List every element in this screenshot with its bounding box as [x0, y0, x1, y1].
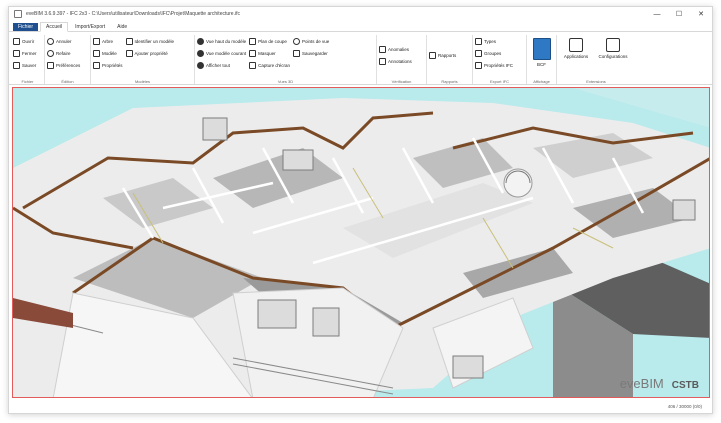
- warning-icon: [379, 46, 386, 53]
- bcf-icon: [532, 38, 551, 60]
- app-icon: [14, 10, 22, 18]
- open-button[interactable]: Ouvrir: [13, 36, 37, 47]
- anomalies-button[interactable]: Anomalies: [379, 44, 412, 55]
- preferences-button[interactable]: Préférences: [47, 60, 80, 71]
- folder-icon: [13, 38, 20, 45]
- group-rapports: Rapports Rapports: [427, 35, 473, 84]
- close-button[interactable]: ✕: [690, 7, 712, 21]
- app-window: eveBIM 3.6.9.397 - IFC 2x3 - C:\Users\ut…: [8, 6, 713, 414]
- ribbon: Ouvrir Fermer Sauver Fichier Annuler Ref…: [9, 33, 712, 85]
- menu-bar: Fichier Accueil Import/Export Aide: [9, 22, 712, 32]
- configurations-icon: [606, 38, 620, 52]
- hide-icon: [249, 50, 257, 57]
- status-bar: 406 / 30000 (0/0): [9, 399, 712, 413]
- brand-org: CSTB: [671, 380, 699, 391]
- group-verification: Anomalies Annotations Vérification: [377, 35, 427, 84]
- configurations-button[interactable]: Configurations: [596, 36, 630, 76]
- types-icon: [475, 38, 482, 45]
- group-label: Affichage: [533, 79, 550, 84]
- group-label: Extensions: [586, 79, 606, 84]
- save-button[interactable]: Sauver: [13, 60, 37, 71]
- show-all-button[interactable]: Afficher tout: [197, 60, 246, 71]
- viewpoint-icon: [293, 38, 301, 45]
- maximize-button[interactable]: ☐: [668, 7, 690, 21]
- applications-icon: [569, 38, 583, 52]
- close-file-button[interactable]: Fermer: [13, 48, 37, 59]
- status-text: 406 / 30000 (0/0): [667, 403, 702, 409]
- section-icon: [249, 38, 257, 45]
- group-label: Vues 3D: [277, 79, 294, 84]
- title-bar: eveBIM 3.6.9.397 - IFC 2x3 - C:\Users\ut…: [9, 7, 712, 21]
- group-fichier: Ouvrir Fermer Sauver Fichier: [11, 35, 45, 84]
- redo-icon: [47, 50, 54, 57]
- group-modeles: Arbre Modèle Propriétés Identifier un mo…: [91, 35, 195, 84]
- close-icon: [13, 50, 20, 57]
- group-label: Édition: [61, 79, 74, 84]
- save-view-button[interactable]: Sauvegarder: [293, 48, 329, 59]
- group-edition: Annuler Refaire Préférences Édition: [45, 35, 91, 84]
- model-icon: [93, 50, 100, 57]
- eye-icon: [197, 62, 204, 69]
- reports-button[interactable]: Rapports: [429, 50, 456, 61]
- tree-icon: [93, 38, 100, 45]
- groups-button[interactable]: Groupes: [475, 48, 513, 59]
- brand-watermark: eveBIM CSTB: [620, 376, 699, 391]
- window-title: eveBIM 3.6.9.397 - IFC 2x3 - C:\Users\ut…: [26, 11, 240, 17]
- group-label: Export IFC: [489, 79, 510, 84]
- group-export-ifc: Types Groupes Propriétés IFC Export IFC: [473, 35, 527, 84]
- redo-button[interactable]: Refaire: [47, 48, 80, 59]
- applications-button[interactable]: Applications: [559, 36, 593, 76]
- annotation-icon: [379, 58, 386, 65]
- section-plane-button[interactable]: Plan de coupe: [249, 36, 290, 47]
- view-top-button[interactable]: Vue haut du modèle: [197, 36, 246, 47]
- hide-button[interactable]: Masquer: [249, 48, 290, 59]
- identify-model-button[interactable]: Identifier un modèle: [125, 36, 174, 47]
- properties-icon: [475, 62, 482, 69]
- tab-accueil[interactable]: Accueil: [40, 22, 69, 32]
- building-model-render: [13, 88, 709, 397]
- group-label: Fichier: [21, 79, 34, 84]
- group-extensions: Applications Configurations Extensions: [557, 35, 635, 84]
- add-property-button[interactable]: Ajouter propriété: [125, 48, 175, 59]
- bcf-button[interactable]: BCF: [529, 36, 554, 76]
- identify-icon: [125, 38, 133, 45]
- 3d-viewport[interactable]: eveBIM CSTB: [12, 87, 710, 398]
- annotations-button[interactable]: Annotations: [379, 56, 412, 67]
- group-label: Vérification: [391, 79, 412, 84]
- gear-icon: [47, 62, 54, 69]
- tab-import-export[interactable]: Import/Export: [70, 23, 110, 31]
- save-icon: [293, 50, 301, 57]
- view-current-button[interactable]: Vue modèle courant: [197, 48, 246, 59]
- undo-button[interactable]: Annuler: [47, 36, 80, 47]
- tab-fichier[interactable]: Fichier: [13, 23, 39, 31]
- save-icon: [13, 62, 20, 69]
- group-vues-3d: Vue haut du modèle Vue modèle courant Af…: [195, 35, 377, 84]
- undo-icon: [47, 38, 54, 45]
- tree-button[interactable]: Arbre: [93, 36, 123, 47]
- tab-aide[interactable]: Aide: [112, 23, 132, 31]
- group-label: Rapports: [441, 79, 458, 84]
- group-affichage: BCF Affichage: [527, 35, 557, 84]
- eye-icon: [197, 50, 204, 57]
- ifc-properties-button[interactable]: Propriétés IFC: [475, 60, 513, 71]
- properties-button[interactable]: Propriétés: [93, 60, 123, 71]
- minimize-button[interactable]: —: [646, 7, 668, 21]
- properties-icon: [93, 62, 100, 69]
- eye-icon: [197, 38, 204, 45]
- types-button[interactable]: Types: [475, 36, 513, 47]
- viewpoints-button[interactable]: Points de vue: [293, 36, 329, 47]
- screenshot-button[interactable]: Capture d'écran: [249, 60, 290, 71]
- brand-name: eveBIM: [619, 376, 664, 391]
- group-label: Modèles: [134, 79, 151, 84]
- report-icon: [429, 52, 436, 59]
- camera-icon: [249, 62, 257, 69]
- groups-icon: [475, 50, 482, 57]
- model-button[interactable]: Modèle: [93, 48, 123, 59]
- add-icon: [125, 50, 133, 57]
